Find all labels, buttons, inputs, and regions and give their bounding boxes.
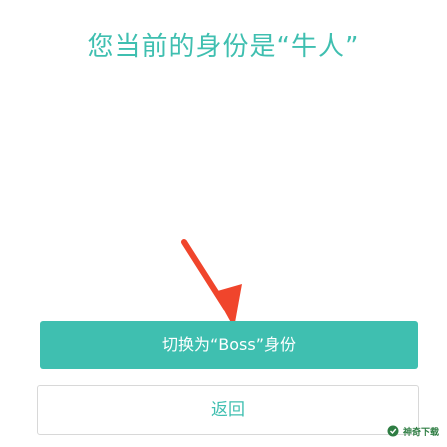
watermark-logo-icon [387, 425, 399, 437]
watermark-text: 神奇下载 [402, 427, 439, 438]
back-button[interactable]: 返回 [37, 385, 419, 435]
switch-to-boss-button[interactable]: 切换为“Boss”身份 [40, 321, 418, 369]
identity-switch-screen: 您当前的身份是“牛人” 切换为“Boss”身份 返回 神奇下载 [0, 0, 447, 447]
watermark: 神奇下载 [387, 424, 439, 438]
current-identity-title: 您当前的身份是“牛人” [87, 32, 360, 62]
